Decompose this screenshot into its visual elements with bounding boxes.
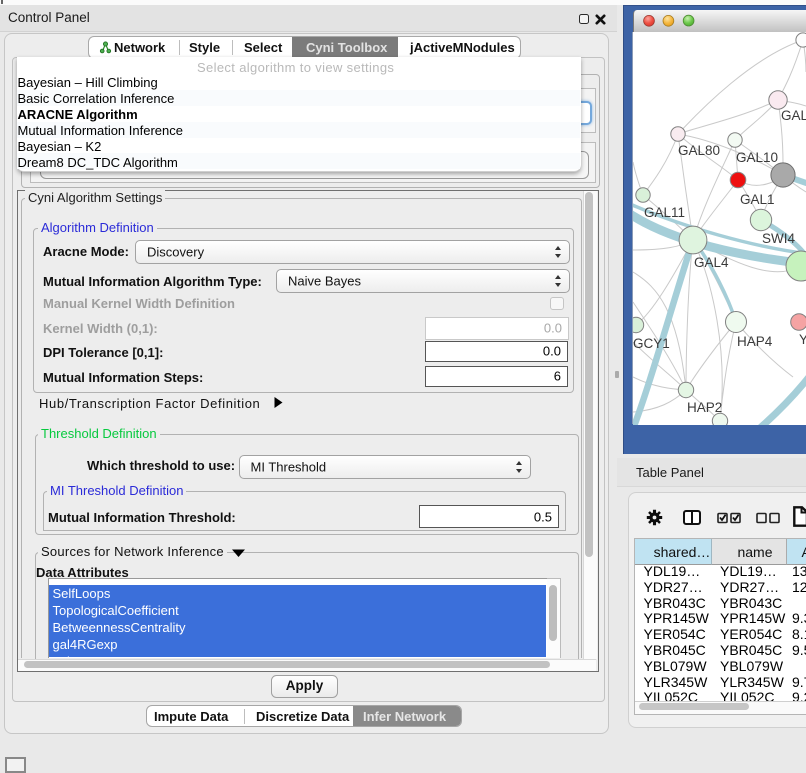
svg-text:HAP2: HAP2 — [687, 400, 722, 415]
svg-text:GCY1: GCY1 — [633, 336, 670, 351]
svg-text:GAL11: GAL11 — [644, 205, 685, 220]
svg-text:HAP4: HAP4 — [737, 334, 773, 349]
svg-text:GAL7: GAL7 — [781, 108, 806, 123]
svg-text:SWI4: SWI4 — [762, 231, 795, 246]
svg-text:GAL4: GAL4 — [694, 255, 729, 270]
svg-text:YJ: YJ — [799, 332, 806, 347]
svg-text:GAL1: GAL1 — [740, 192, 775, 207]
svg-text:GAL80: GAL80 — [678, 143, 720, 158]
svg-text:GAL10: GAL10 — [736, 150, 778, 165]
